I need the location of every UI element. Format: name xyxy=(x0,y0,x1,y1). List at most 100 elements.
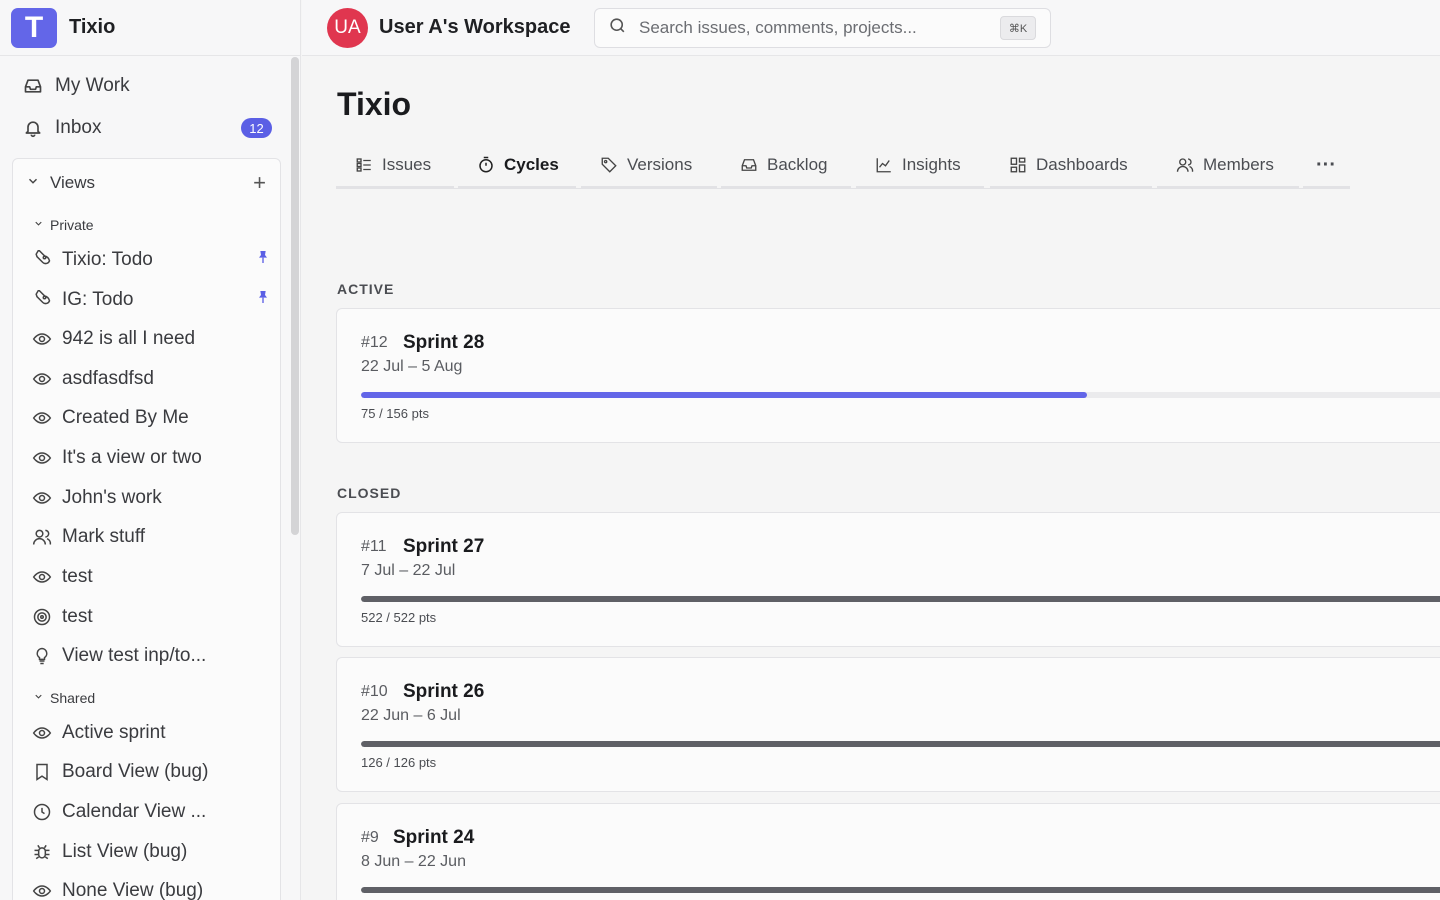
view-item-label: 942 is all I need xyxy=(62,328,196,349)
cycle-card[interactable]: #10 Sprint 26 22 Jun – 6 Jul 126 / 126 p… xyxy=(336,657,1440,792)
sidebar-item-inbox[interactable]: Inbox 12 xyxy=(22,113,272,143)
tab-label: Insights xyxy=(902,155,961,174)
view-item[interactable]: John's work xyxy=(31,483,271,513)
view-item-label: asdfasdfsd xyxy=(62,368,154,389)
tab-label: Dashboards xyxy=(1036,155,1128,174)
chevron-down-icon xyxy=(26,173,40,193)
view-item-label: Tixio: Todo xyxy=(62,249,153,270)
search-input[interactable]: Search issues, comments, projects... ⌘K xyxy=(594,8,1051,48)
cycle-progress-bar xyxy=(361,392,1440,398)
view-item[interactable]: 942 is all I need xyxy=(31,324,271,354)
more-tabs-button[interactable]: ··· xyxy=(1303,144,1350,188)
sidebar-item-label: My Work xyxy=(55,75,130,96)
view-item[interactable]: Tixio: Todo xyxy=(31,245,271,275)
bell-icon xyxy=(22,117,44,139)
view-item-label: Board View (bug) xyxy=(62,761,209,782)
brand-name: Tixio xyxy=(69,16,116,38)
view-item[interactable]: Board View (bug) xyxy=(31,757,271,787)
eye-icon xyxy=(31,447,53,469)
eye-icon xyxy=(31,880,53,900)
eye-icon xyxy=(31,487,53,509)
view-item[interactable]: test xyxy=(31,602,271,632)
sidebar-item-my-work[interactable]: My Work xyxy=(22,71,272,101)
cycle-dates: 8 Jun – 22 Jun xyxy=(361,853,466,870)
view-item-label: List View (bug) xyxy=(62,841,188,862)
tab-issues[interactable]: Issues xyxy=(336,144,454,188)
list-icon xyxy=(354,155,374,175)
tab-backlog[interactable]: Backlog xyxy=(721,144,851,188)
tab-versions[interactable]: Versions xyxy=(581,144,717,188)
bug-icon xyxy=(31,841,53,863)
cycle-card[interactable]: #11 Sprint 27 7 Jul – 22 Jul 522 / 522 p… xyxy=(336,512,1440,647)
cycle-card[interactable]: #9 Sprint 24 8 Jun – 22 Jun xyxy=(336,803,1440,900)
view-item[interactable]: Calendar View ... xyxy=(31,797,271,827)
cycle-points: 522 / 522 pts xyxy=(361,610,437,625)
cycle-name: Sprint 26 xyxy=(403,681,485,702)
inbox-tray-icon xyxy=(739,155,759,175)
eye-icon xyxy=(31,566,53,588)
brand-header[interactable]: T Tixio xyxy=(0,0,300,56)
tab-insights[interactable]: Insights xyxy=(856,144,984,188)
view-item-label: Mark stuff xyxy=(62,526,146,547)
cycle-number: #11 xyxy=(361,538,387,555)
search-placeholder: Search issues, comments, projects... xyxy=(639,18,917,37)
line-chart-icon xyxy=(874,155,894,175)
cycle-card[interactable]: #12 Sprint 28 22 Jul – 5 Aug 75 / 156 pt… xyxy=(336,308,1440,443)
eye-icon xyxy=(31,368,53,390)
bookmark-icon xyxy=(31,761,53,783)
private-group-toggle[interactable]: Private xyxy=(33,215,94,235)
pin-icon[interactable] xyxy=(255,249,271,271)
sidebar-item-label: Inbox xyxy=(55,117,102,138)
target-icon xyxy=(31,606,53,628)
cycle-name: Sprint 27 xyxy=(403,536,485,557)
tag-icon xyxy=(599,155,619,175)
view-item[interactable]: None View (bug) xyxy=(31,876,271,900)
tab-label: Cycles xyxy=(504,155,559,174)
cycle-number: #12 xyxy=(361,334,388,351)
views-header[interactable]: Views + xyxy=(26,170,266,196)
tab-members[interactable]: Members xyxy=(1157,144,1299,188)
cycle-number: #10 xyxy=(361,683,388,700)
tab-dashboards[interactable]: Dashboards xyxy=(990,144,1152,188)
view-item[interactable]: It's a view or two xyxy=(31,443,271,473)
view-item-label: None View (bug) xyxy=(62,880,204,900)
tab-label: Versions xyxy=(627,155,693,174)
cycle-progress-fill xyxy=(361,392,1087,398)
add-view-button[interactable]: + xyxy=(253,170,266,196)
tab-label: Issues xyxy=(382,155,432,174)
project-tabs: Issues Cycles Versions Backlog Insights … xyxy=(336,144,1350,189)
tab-label: Backlog xyxy=(767,155,828,174)
pin-icon[interactable] xyxy=(255,289,271,311)
sidebar-scrollbar[interactable] xyxy=(291,57,299,535)
top-header: UA User A's Workspace Search issues, com… xyxy=(302,0,1440,56)
cycle-points: 75 / 156 pts xyxy=(361,406,429,421)
tab-label: Members xyxy=(1203,155,1274,174)
workspace-name[interactable]: User A's Workspace xyxy=(379,16,571,39)
view-item[interactable]: Created By Me xyxy=(31,403,271,433)
active-section-label: ACTIVE xyxy=(337,281,395,297)
clock-icon xyxy=(31,801,53,823)
cycle-dates: 22 Jul – 5 Aug xyxy=(361,358,463,375)
search-icon xyxy=(608,16,627,40)
cycle-name: Sprint 28 xyxy=(403,332,485,353)
eye-icon xyxy=(31,407,53,429)
view-item[interactable]: test xyxy=(31,562,271,592)
cycle-progress-bar xyxy=(361,596,1440,602)
views-title: Views xyxy=(50,173,96,192)
view-item[interactable]: Mark stuff xyxy=(31,522,271,552)
shared-group-toggle[interactable]: Shared xyxy=(33,688,95,708)
eye-icon xyxy=(31,722,53,744)
avatar[interactable]: UA xyxy=(327,8,368,48)
view-item-label: Calendar View ... xyxy=(62,801,207,822)
view-item[interactable]: List View (bug) xyxy=(31,837,271,867)
chevron-down-icon xyxy=(33,691,44,705)
inbox-tray-icon xyxy=(22,75,44,97)
shared-group-label: Shared xyxy=(50,690,96,706)
cycle-progress-fill xyxy=(361,741,1440,747)
tab-cycles[interactable]: Cycles xyxy=(458,144,576,188)
view-item[interactable]: View test inp/to... xyxy=(31,641,271,671)
view-item[interactable]: IG: Todo xyxy=(31,285,271,315)
cycle-progress-fill xyxy=(361,887,1440,893)
view-item[interactable]: asdfasdfsd xyxy=(31,364,271,394)
view-item[interactable]: Active sprint xyxy=(31,718,271,748)
